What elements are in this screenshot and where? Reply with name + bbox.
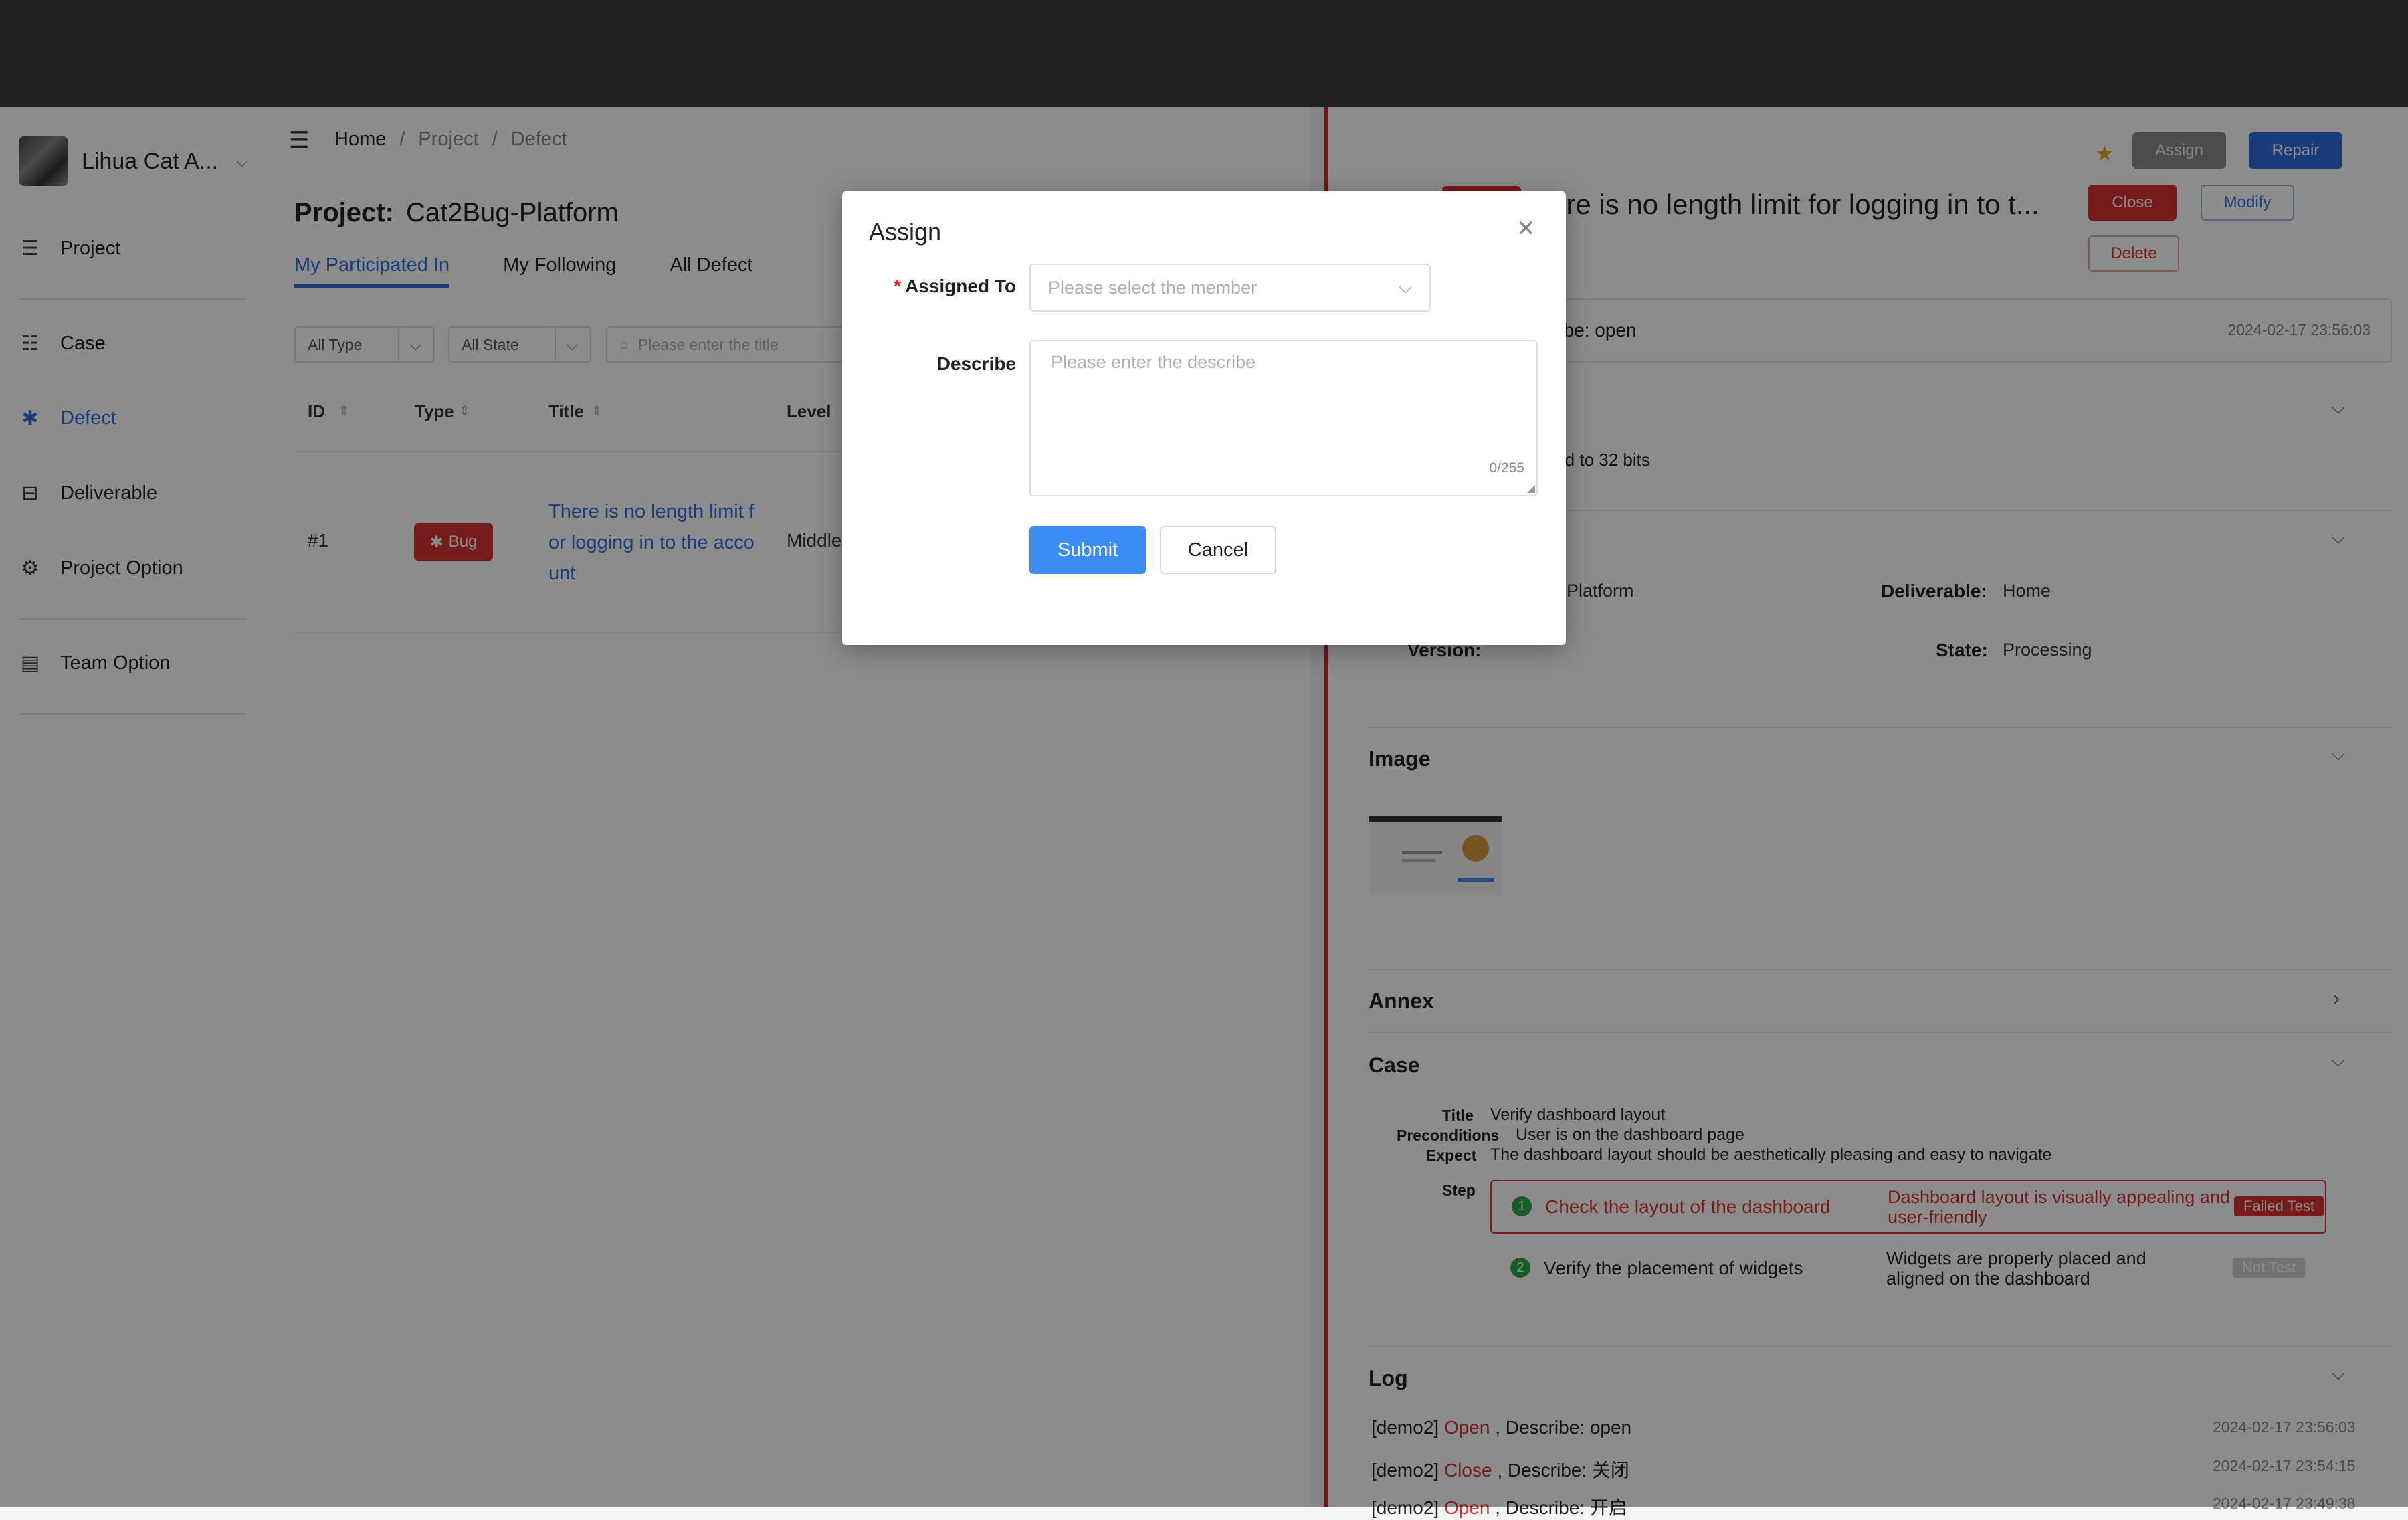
char-counter: 0/255 bbox=[1489, 460, 1524, 476]
member-select-placeholder: Please select the member bbox=[1048, 277, 1258, 298]
top-bar bbox=[0, 0, 2408, 107]
describe-textarea[interactable]: Please enter the describe 0/255 ◢ bbox=[1029, 340, 1538, 496]
assign-dialog: Assign ✕ * Assigned To Please select the … bbox=[842, 191, 1566, 645]
describe-placeholder: Please enter the describe bbox=[1051, 352, 1256, 372]
assigned-to-label: * Assigned To bbox=[856, 276, 1016, 297]
close-icon[interactable]: ✕ bbox=[1516, 215, 1536, 242]
chevron-down-icon: ⌵ bbox=[1399, 277, 1412, 297]
cancel-button[interactable]: Cancel bbox=[1160, 526, 1276, 574]
dialog-title: Assign bbox=[869, 218, 942, 246]
assigned-to-label-text: Assigned To bbox=[905, 276, 1016, 296]
resize-handle-icon[interactable]: ◢ bbox=[1527, 482, 1535, 495]
describe-label: Describe bbox=[936, 353, 1016, 374]
member-select[interactable]: Please select the member ⌵ bbox=[1029, 264, 1431, 312]
required-marker: * bbox=[894, 276, 902, 296]
submit-button[interactable]: Submit bbox=[1029, 526, 1146, 574]
